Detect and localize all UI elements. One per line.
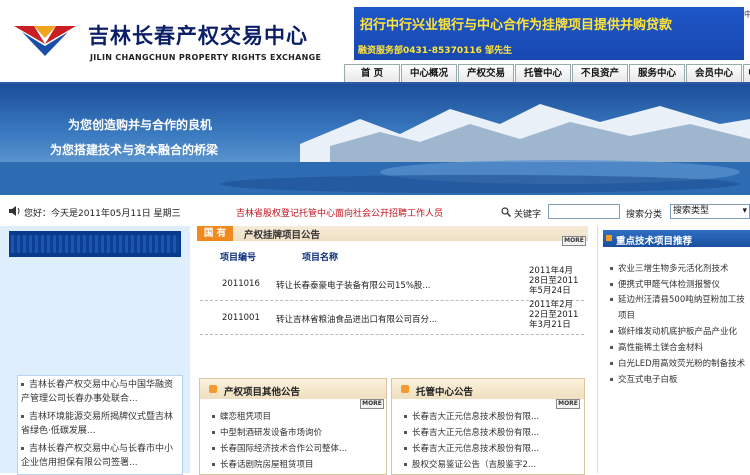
row-date: 2011年4月28日至2011年5月24日 — [529, 266, 579, 296]
list-item[interactable]: 交互式电子白板 — [610, 373, 678, 385]
list-item[interactable]: 中型制酒研发设备市场询价 — [212, 426, 322, 438]
hero-slogan-1: 为您创造购并与合作的良机 — [68, 118, 213, 132]
list-item[interactable]: 长春国际经济技术合作公司整体... — [212, 442, 347, 454]
logo-icon — [14, 26, 76, 56]
nav-custody[interactable]: 托管中心 — [515, 64, 571, 84]
more-button[interactable]: MORE — [556, 399, 580, 409]
list-item[interactable]: 股权交易鉴证公告（吉股鉴字2... — [404, 458, 536, 470]
col-header-code: 项目编号 — [220, 253, 257, 263]
row-name-link[interactable]: 转让吉林省粮油食品进出口有限公司百分... — [276, 313, 437, 325]
site-title: 吉林长春产权交易中心 — [88, 24, 308, 48]
list-item[interactable]: 长春吉大正元信息技术股份有限... — [404, 442, 539, 454]
list-item[interactable]: 长春吉大正元信息技术股份有限... — [404, 410, 539, 422]
list-item[interactable]: 长春话剧院房屋租赁项目 — [212, 458, 314, 470]
tab-state-owned[interactable]: 国 有 — [197, 226, 233, 241]
hero-slogan-2: 为您搭建技术与资本融合的桥梁 — [50, 143, 219, 157]
site-title-en: JILIN CHANGCHUN PROPERTY RIGHTS EXCHANGE — [90, 53, 322, 62]
more-button[interactable]: MORE — [562, 236, 586, 246]
custody-notices-title: 托管中心公告 — [416, 387, 474, 398]
banner-ad-text: 招行中行兴业银行与中心合作为挂牌项目提供并购贷款 — [360, 18, 673, 33]
list-item[interactable]: 吉林长春产权交易中心与中国华融资产管理公司长春办事处联合... — [21, 378, 179, 406]
list-item[interactable]: 便携式甲醛气体检测报警仪 — [610, 278, 720, 290]
other-notices-title: 产权项目其他公告 — [224, 387, 301, 398]
nav-about[interactable]: 中心概况 — [401, 64, 457, 84]
list-item[interactable]: 吉林环境能源交易所揭牌仪式暨吉林省绿色·低碳发展... — [21, 410, 179, 438]
search-type-label: 搜索分类 — [626, 210, 663, 220]
list-item[interactable]: 农业三增生物多元活化剂技术 — [610, 262, 729, 274]
listing-panel — [196, 226, 588, 371]
list-item-continued[interactable]: 项目 — [618, 309, 635, 321]
chevron-down-icon: ▾ — [742, 206, 747, 216]
custody-notices-box: 托管中心公告 MORE 长春吉大正元信息技术股份有限... 长春吉大正元信息技术… — [391, 378, 585, 475]
search-type-select[interactable]: 搜索类型 ▾ — [670, 204, 750, 219]
row-name-link[interactable]: 转让长春泰豪电子装备有限公司15%股... — [276, 279, 431, 291]
search-icon — [501, 207, 511, 217]
search-type-value: 搜索类型 — [673, 206, 710, 216]
row-date: 2011年2月22日至2011年3月21日 — [529, 300, 579, 330]
nav-property-trade[interactable]: 产权交易 — [458, 64, 514, 84]
keyword-label: 关键字 — [514, 210, 542, 220]
date-greeting: 您好：今天是2011年05月11日 星期三 — [24, 209, 181, 219]
right-edge-text: 中 — [744, 10, 750, 19]
col-header-name: 项目名称 — [302, 253, 339, 263]
section-icon — [209, 385, 217, 393]
more-button[interactable]: MORE — [360, 399, 384, 409]
nav-service[interactable]: 服务中心 — [629, 64, 685, 84]
key-projects-title: 重点技术项目推荐 — [616, 236, 693, 247]
list-item[interactable]: 吉林长春产权交易中心与长春市中小企业信用担保有限公司签署... — [21, 442, 179, 470]
row-code: 2011016 — [222, 279, 260, 289]
banner-ad-contact: 融资服务部0431-85370116 邹先生 — [358, 46, 513, 56]
row-divider — [200, 300, 584, 301]
other-notices-box: 产权项目其他公告 MORE 蝶恋租凭项目 中型制酒研发设备市场询价 长春国际经济… — [199, 378, 387, 475]
left-flash-banner[interactable] — [9, 231, 181, 257]
left-news-box: 吉林长春产权交易中心与中国华融资产管理公司长春办事处联合... 吉林环境能源交易… — [17, 375, 183, 475]
nav-member[interactable]: 会员中心 — [686, 64, 742, 84]
list-item[interactable]: 碳纤维发动机底护板产品产业化 — [610, 325, 737, 337]
section-icon — [606, 235, 612, 241]
nav-home[interactable]: 首 页 — [344, 64, 400, 84]
listing-title: 产权挂牌项目公告 — [244, 230, 321, 241]
nav-bad-assets[interactable]: 不良资产 — [572, 64, 628, 84]
list-item[interactable]: 蝶恋租凭项目 — [212, 410, 271, 422]
mountain-lake-image — [0, 104, 750, 195]
banner-ad[interactable]: 招行中行兴业银行与中心合作为挂牌项目提供并购贷款 融资服务部0431-85370… — [354, 7, 744, 60]
list-item[interactable]: 延边州汪清县500吨纳豆粉加工技 — [610, 293, 745, 305]
list-item[interactable]: 高性能稀土镁合金材料 — [610, 341, 703, 353]
row-code: 2011001 — [222, 313, 260, 323]
search-input[interactable] — [548, 204, 620, 219]
section-icon — [401, 385, 409, 393]
speaker-icon — [9, 206, 20, 216]
list-item[interactable]: 白光LED用高效荧光粉的制备技术 — [610, 357, 745, 369]
hero-banner: 为您创造购并与合作的良机 为您搭建技术与资本融合的桥梁 — [0, 84, 750, 195]
list-item[interactable]: 长春吉大正元信息技术股份有限... — [404, 426, 539, 438]
nav-more[interactable]: 中 — [743, 64, 750, 84]
scrolling-notice[interactable]: 吉林省股权登记托管中心面向社会公开招聘工作人员 — [236, 206, 443, 219]
row-divider — [200, 334, 584, 335]
main-nav: 首 页 中心概况 产权交易 托管中心 不良资产 服务中心 会员中心 中 — [344, 64, 750, 84]
